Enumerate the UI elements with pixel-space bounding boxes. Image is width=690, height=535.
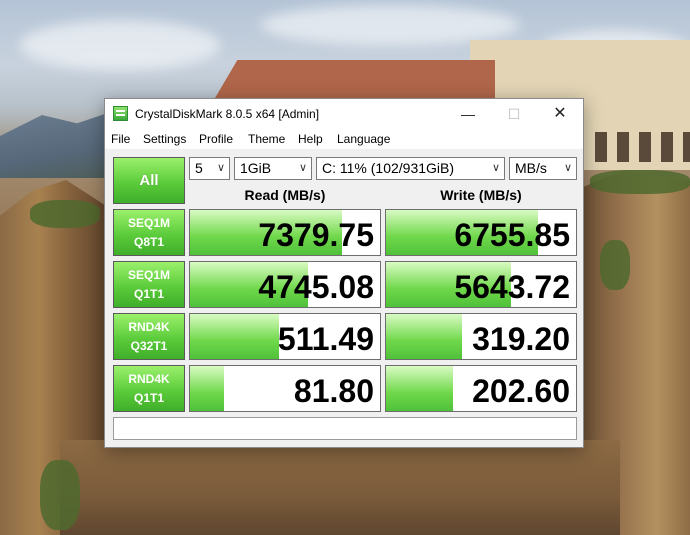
app-icon	[113, 106, 128, 121]
chevron-down-icon: ∨	[491, 162, 500, 174]
read-result: 511.49	[189, 313, 381, 360]
test-queue: Q1T1	[133, 287, 164, 301]
result-value: 6755.85	[454, 217, 570, 253]
result-value: 202.60	[472, 373, 570, 409]
test-button-rnd4k-q1t1[interactable]: RND4K Q1T1	[113, 365, 185, 412]
chevron-down-icon: ∨	[563, 162, 572, 174]
test-button-seq1m-q8t1[interactable]: SEQ1M Q8T1	[113, 209, 185, 256]
drive-value: C: 11% (102/931GiB)	[322, 160, 455, 176]
arches	[585, 132, 690, 162]
result-value: 7379.75	[258, 217, 374, 253]
test-button-rnd4k-q32t1[interactable]: RND4K Q32T1	[113, 313, 185, 360]
drive-select[interactable]: C: 11% (102/931GiB) ∨	[316, 157, 505, 180]
read-result: 81.80	[189, 365, 381, 412]
test-count-select[interactable]: 5 ∨	[189, 157, 230, 180]
run-all-button[interactable]: All	[113, 157, 185, 204]
result-bar	[190, 314, 280, 359]
write-result: 6755.85	[385, 209, 577, 256]
result-value: 4745.08	[258, 269, 374, 305]
menu-settings[interactable]: Settings	[143, 132, 186, 146]
chevron-down-icon: ∨	[298, 162, 307, 174]
roof	[215, 60, 495, 98]
result-value: 511.49	[277, 321, 374, 357]
read-column-header: Read (MB/s)	[244, 187, 326, 203]
write-result: 202.60	[385, 365, 577, 412]
result-value: 319.20	[472, 321, 570, 357]
result-bar	[386, 314, 462, 359]
test-size-select[interactable]: 1GiB ∨	[234, 157, 312, 180]
test-size-value: 1GiB	[240, 160, 272, 176]
menu-bar: File Settings Profile Theme Help Languag…	[105, 129, 583, 149]
unit-value: MB/s	[515, 160, 547, 176]
minimize-button[interactable]: —	[445, 99, 491, 129]
crystaldiskmark-window: CrystalDiskMark 8.0.5 x64 [Admin] — ☐ ✕ …	[104, 98, 584, 448]
write-column-header: Write (MB/s)	[440, 187, 522, 203]
title-bar[interactable]: CrystalDiskMark 8.0.5 x64 [Admin] — ☐ ✕	[105, 99, 583, 129]
test-queue: Q32T1	[130, 339, 168, 353]
read-result: 4745.08	[189, 261, 381, 308]
shrub	[40, 460, 80, 530]
chevron-down-icon: ∨	[216, 162, 225, 174]
menu-file[interactable]: File	[111, 132, 130, 146]
test-count-value: 5	[195, 160, 203, 176]
comment-input[interactable]	[113, 417, 577, 440]
test-queue: Q8T1	[133, 235, 164, 249]
write-result: 5643.72	[385, 261, 577, 308]
test-name: RND4K	[128, 372, 170, 386]
result-value: 81.80	[293, 373, 374, 409]
cloud	[20, 20, 220, 70]
test-name: SEQ1M	[127, 216, 170, 230]
menu-help[interactable]: Help	[298, 132, 323, 146]
menu-profile[interactable]: Profile	[199, 132, 233, 146]
window-title: CrystalDiskMark 8.0.5 x64 [Admin]	[135, 107, 320, 121]
close-button[interactable]: ✕	[537, 99, 583, 129]
result-value: 5643.72	[454, 269, 570, 305]
unit-select[interactable]: MB/s ∨	[509, 157, 577, 180]
menu-language[interactable]: Language	[337, 132, 390, 146]
shrub	[30, 200, 100, 228]
cloud	[260, 5, 520, 45]
test-name: SEQ1M	[127, 268, 170, 282]
write-result: 319.20	[385, 313, 577, 360]
test-button-seq1m-q1t1[interactable]: SEQ1M Q1T1	[113, 261, 185, 308]
menu-theme[interactable]: Theme	[248, 132, 285, 146]
shrub	[600, 240, 630, 290]
test-queue: Q1T1	[133, 391, 164, 405]
test-name: RND4K	[128, 320, 170, 334]
maximize-button[interactable]: ☐	[491, 99, 537, 129]
result-bar	[190, 366, 225, 411]
result-bar	[386, 366, 453, 411]
read-result: 7379.75	[189, 209, 381, 256]
cliff-bottom	[60, 440, 620, 535]
shrub	[590, 170, 690, 194]
